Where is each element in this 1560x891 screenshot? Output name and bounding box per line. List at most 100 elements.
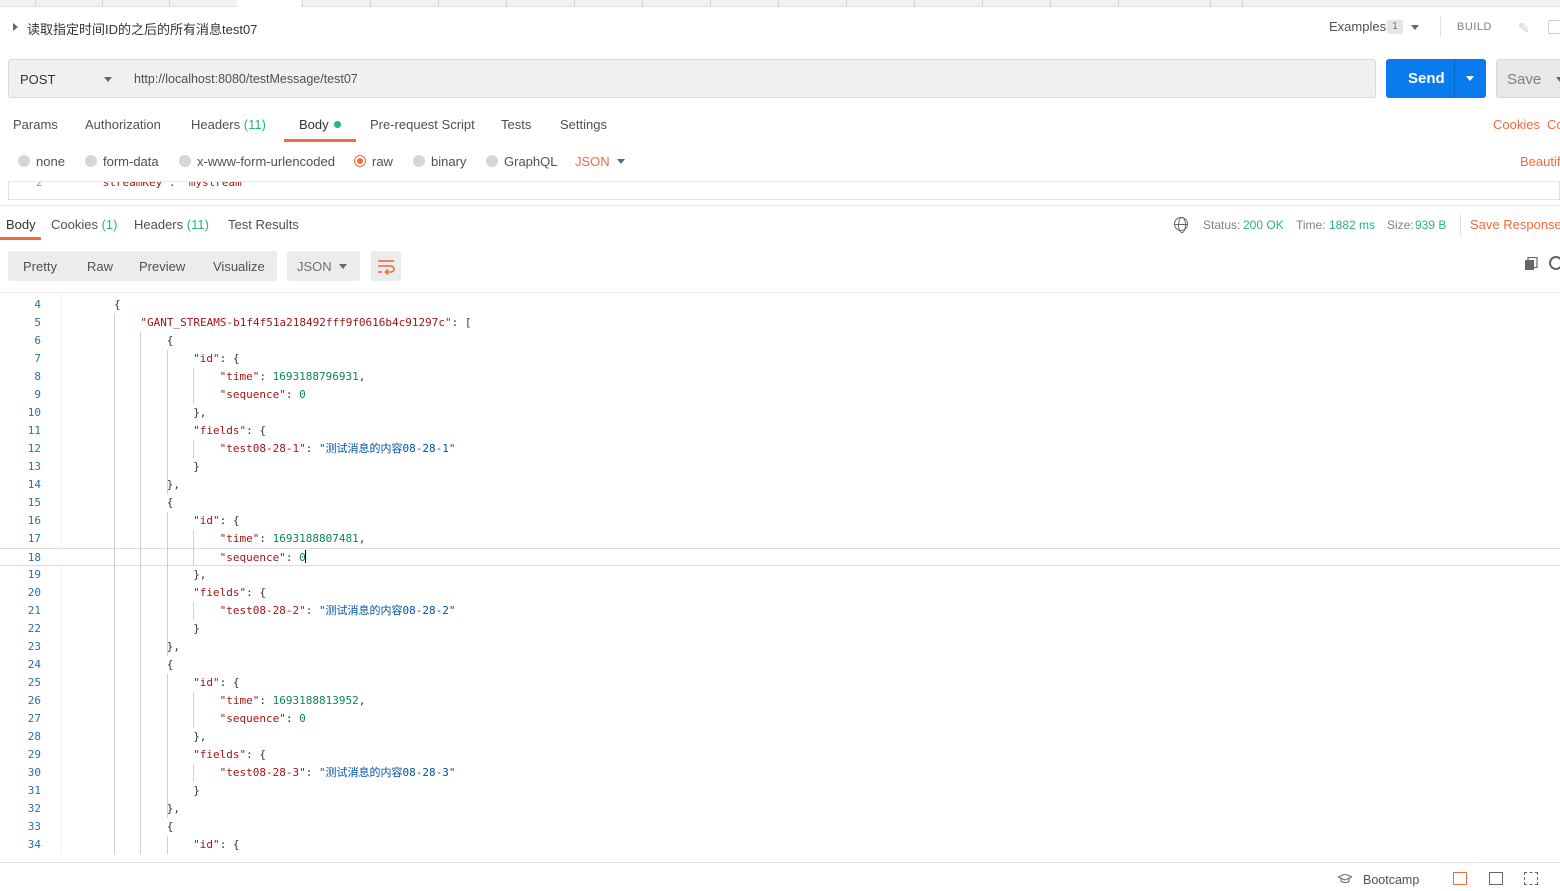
radio-graphql[interactable]: [486, 155, 498, 167]
tab-separator: [1210, 0, 1211, 7]
request-name[interactable]: 读取指定时间ID的之后的所有消息test07: [27, 19, 257, 38]
code-token: "test08-28-1": [219, 442, 306, 455]
tab-separator: [438, 0, 439, 7]
line-number: 10: [27, 406, 41, 419]
code-line: 15 {: [0, 494, 1560, 512]
view-mode-raw[interactable]: Raw: [87, 259, 113, 274]
code-token: },: [166, 802, 181, 815]
request-body-editor[interactable]: 2 "streamKey": "mystream": [8, 181, 1560, 200]
radio-none[interactable]: [18, 155, 30, 167]
indent-guide: [193, 368, 195, 404]
tab-settings[interactable]: Settings: [560, 117, 607, 132]
bootcamp-icon[interactable]: [1338, 874, 1352, 883]
examples-dropdown[interactable]: Examples: [1329, 19, 1386, 34]
chevron-down-icon[interactable]: [1556, 77, 1560, 82]
code-token: "测试消息的内容08-28-3": [318, 766, 456, 779]
radio-raw[interactable]: [354, 155, 366, 167]
request-tab-strip[interactable]: [0, 0, 1560, 7]
radio-form-data[interactable]: [85, 155, 97, 167]
save-button[interactable]: Save: [1496, 59, 1560, 98]
response-tab-headers[interactable]: Headers (11): [134, 217, 209, 232]
bootcamp-link[interactable]: Bootcamp: [1363, 873, 1419, 887]
status-value[interactable]: 200 OK: [1243, 218, 1284, 232]
radio-binary-label[interactable]: binary: [431, 154, 466, 169]
send-button[interactable]: Send: [1386, 59, 1486, 98]
keyboard-icon[interactable]: [1524, 872, 1538, 885]
line-number: 23: [27, 640, 41, 653]
build-mode-button[interactable]: BUILD: [1457, 21, 1492, 33]
tab-pre-request-script[interactable]: Pre-request Script: [370, 117, 475, 132]
line-number: 4: [34, 298, 41, 311]
code-line: 32},: [0, 800, 1560, 818]
code-token: :: [305, 442, 319, 455]
response-format-select[interactable]: JSON: [287, 251, 360, 281]
radio-none-label[interactable]: none: [36, 154, 65, 169]
code-text: "id": {: [193, 350, 239, 368]
response-body-editor[interactable]: 4{5 "GANT_STREAMS-b1f4f51a218492fff9f0616…: [0, 292, 1560, 854]
cookies-link[interactable]: Cookies: [1493, 117, 1540, 132]
time-label: Time:: [1296, 218, 1326, 232]
view-mode-visualize[interactable]: Visualize: [213, 259, 265, 274]
comment-icon[interactable]: [1548, 20, 1560, 34]
code-token: "fields": [193, 586, 247, 599]
code-token: "id": [193, 352, 220, 365]
pane-divider[interactable]: [0, 205, 1560, 206]
code-text: "sequence": 0: [220, 386, 306, 404]
tab-separator: [914, 0, 915, 7]
code-link[interactable]: Co: [1547, 117, 1560, 132]
code-text: "time": 1693188796931,: [220, 368, 366, 386]
code-token: {: [166, 820, 174, 833]
code-line: 12 "test08-28-1": "测试消息的内容08-28-1": [0, 440, 1560, 458]
split-pane-icon[interactable]: [1489, 872, 1503, 885]
code-token: 1693188796931: [272, 370, 359, 383]
code-token: {: [114, 298, 121, 311]
code-text: {: [167, 494, 174, 512]
response-tab-body[interactable]: Body: [6, 217, 36, 232]
beautify-link[interactable]: Beautif: [1520, 154, 1560, 169]
code-line: 21 "test08-28-2": "测试消息的内容08-28-2": [0, 602, 1560, 620]
code-token: },: [166, 640, 181, 653]
radio-binary[interactable]: [413, 155, 425, 167]
line-number: 30: [27, 766, 41, 779]
radio-urlencoded[interactable]: [179, 155, 191, 167]
tab-headers[interactable]: Headers (11): [191, 117, 266, 132]
time-value[interactable]: 1882 ms: [1329, 218, 1375, 232]
search-icon[interactable]: [1549, 256, 1560, 270]
radio-raw-label[interactable]: raw: [372, 154, 393, 169]
radio-form-data-label[interactable]: form-data: [103, 154, 159, 169]
body-format-select[interactable]: JSON: [575, 154, 610, 169]
response-tab-cookies[interactable]: Cookies (1): [51, 217, 117, 232]
active-request-tab[interactable]: [237, 0, 301, 7]
tab-body[interactable]: Body: [299, 117, 341, 132]
chevron-down-icon[interactable]: [617, 159, 625, 164]
pencil-icon[interactable]: ✎: [1514, 18, 1534, 38]
save-response-button[interactable]: Save Response: [1470, 217, 1560, 232]
globe-icon[interactable]: [1174, 217, 1188, 233]
line-number: 22: [27, 622, 41, 635]
url-input[interactable]: http://localhost:8080/testMessage/test07: [123, 59, 1376, 98]
line-number: 21: [27, 604, 41, 617]
two-pane-icon[interactable]: [1453, 872, 1467, 885]
radio-graphql-label[interactable]: GraphQL: [504, 154, 557, 169]
radio-urlencoded-label[interactable]: x-www-form-urlencoded: [197, 154, 335, 169]
line-number: 15: [27, 496, 41, 509]
indent-guide: [193, 692, 195, 728]
tab-tests[interactable]: Tests: [501, 117, 531, 132]
status-dot: [333, 121, 341, 128]
view-mode-pretty[interactable]: Pretty: [23, 259, 57, 274]
chevron-down-icon[interactable]: [1466, 76, 1474, 81]
copy-icon[interactable]: [1524, 257, 1538, 271]
size-value[interactable]: 939 B: [1415, 218, 1446, 232]
line-number: 12: [27, 442, 41, 455]
caret-right-icon[interactable]: [13, 23, 18, 31]
tab-authorization[interactable]: Authorization: [85, 117, 161, 132]
chevron-down-icon[interactable]: [1411, 25, 1419, 30]
tab-params[interactable]: Params: [13, 117, 58, 132]
code-text: }: [193, 782, 200, 800]
method-select[interactable]: POST: [8, 59, 124, 98]
wrap-lines-button[interactable]: [371, 251, 401, 281]
response-tab-test-results[interactable]: Test Results: [228, 217, 299, 232]
view-mode-preview[interactable]: Preview: [139, 259, 185, 274]
code-token: }: [193, 784, 200, 797]
indent-guide: [140, 332, 142, 854]
